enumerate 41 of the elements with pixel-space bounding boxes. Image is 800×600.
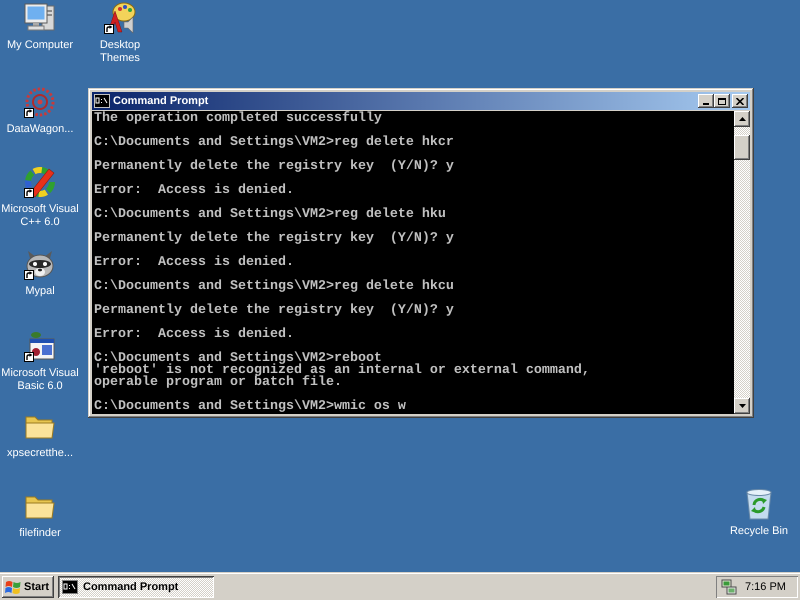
- console-line: C:\Documents and Settings\VM2>reg delete hku: [94, 209, 446, 221]
- start-button[interactable]: Start: [2, 576, 54, 598]
- desktop-icon-label[interactable]: Microsoft Visual C++ 6.0: [0, 203, 80, 229]
- minimize-button[interactable]: [698, 94, 714, 108]
- network-icon[interactable]: [721, 579, 737, 595]
- console-icon: [62, 580, 78, 594]
- desktop-icon-label[interactable]: My Computer: [6, 39, 74, 52]
- maximize-button[interactable]: [714, 94, 730, 108]
- console-line: Permanently delete the registry key (Y/N)? y: [94, 233, 454, 245]
- desktop-icon-label[interactable]: Microsoft Visual Basic 6.0: [0, 367, 80, 393]
- window-title: Command Prompt: [113, 95, 208, 107]
- close-icon: [736, 98, 744, 104]
- console-line: Permanently delete the registry key (Y/N)? y: [94, 161, 454, 173]
- clock[interactable]: 7:16 PM: [745, 581, 786, 593]
- desktop-icon-label[interactable]: DataWagon...: [6, 123, 74, 136]
- desktop-icon-label[interactable]: filefinder: [19, 527, 61, 540]
- taskbar-button[interactable]: Command Prompt: [58, 576, 214, 598]
- scroll-up-button[interactable]: [734, 111, 750, 127]
- flag-icon: [5, 580, 21, 594]
- console-line: C:\Documents and Settings\VM2>reg delete hkcr: [94, 137, 454, 149]
- desktop-icon-label[interactable]: Mypal: [25, 285, 55, 298]
- up-arrow-icon: [738, 117, 746, 121]
- console-line: C:\Documents and Settings\VM2>wmic os w: [94, 401, 406, 413]
- desktop-icon-label[interactable]: Recycle Bin: [730, 525, 788, 538]
- console-line: operable program or batch file.: [94, 377, 342, 389]
- scroll-down-button[interactable]: [734, 398, 750, 414]
- console-line: Error: Access is denied.: [94, 257, 294, 269]
- raccoon-icon[interactable]: [24, 248, 56, 280]
- down-arrow-icon: [738, 404, 746, 408]
- maximize-icon: [718, 98, 726, 104]
- console-line: Error: Access is denied.: [94, 185, 294, 197]
- console-line: C:\Documents and Settings\VM2>reg delete hkcu: [94, 281, 454, 293]
- console-icon: [94, 94, 110, 108]
- console-line: The operation completed successfully: [94, 113, 382, 125]
- close-button[interactable]: [732, 94, 748, 108]
- console-line: Permanently delete the registry key (Y/N)? y: [94, 305, 454, 317]
- console-line: Error: Access is denied.: [94, 329, 294, 341]
- scrollbar-thumb[interactable]: [734, 135, 750, 160]
- desktop-icon-label[interactable]: Desktop Themes: [80, 39, 160, 65]
- desktop-icon-label[interactable]: xpsecretthe...: [6, 447, 74, 460]
- target-icon[interactable]: [24, 86, 56, 118]
